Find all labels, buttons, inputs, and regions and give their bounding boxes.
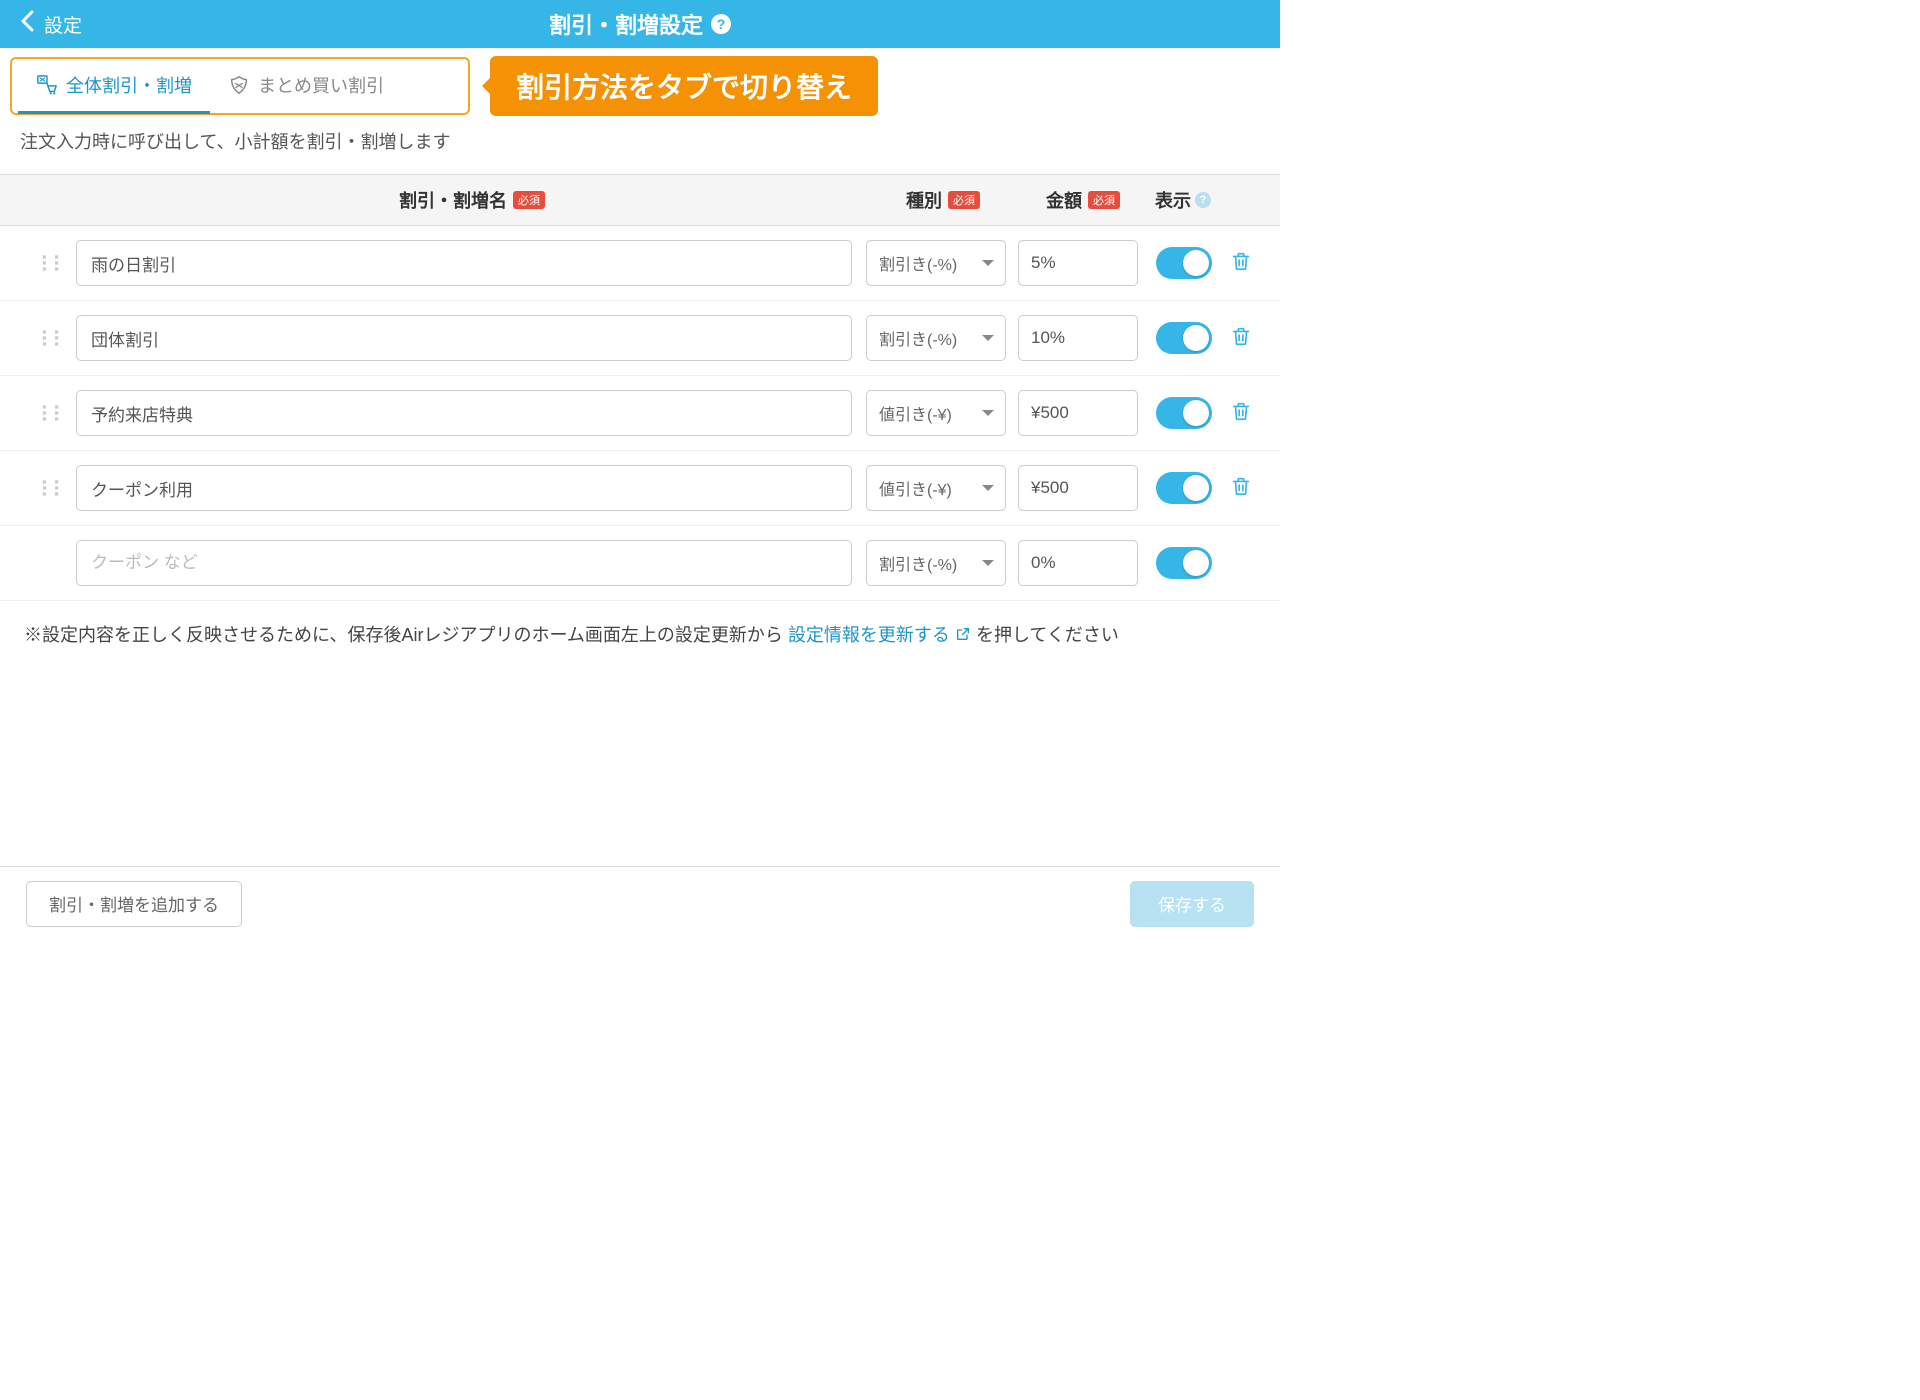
tab-bulk-label: まとめ買い割引	[258, 72, 384, 98]
table-row: ▪ ▪▪ ▪▪ ▪ 値引き(-¥)	[0, 376, 1280, 451]
tab-overall-label: 全体割引・割増	[66, 72, 192, 98]
column-show: 表示 ?	[1148, 187, 1218, 213]
discount-amount-input[interactable]	[1018, 390, 1138, 436]
discount-amount-input[interactable]	[1018, 240, 1138, 286]
back-label: 設定	[44, 11, 82, 38]
drag-handle-icon[interactable]: ▪ ▪▪ ▪▪ ▪	[42, 479, 76, 497]
show-toggle[interactable]	[1156, 397, 1212, 429]
discount-name-input[interactable]	[76, 315, 852, 361]
description: 注文入力時に呼び出して、小計額を割引・割増します	[0, 116, 1280, 174]
header: 設定 割引・割増設定 ?	[0, 0, 1280, 48]
discount-amount-input[interactable]	[1018, 465, 1138, 511]
discount-amount-input[interactable]	[1018, 540, 1138, 586]
tab-bulk-discount[interactable]: まとめ買い割引	[210, 58, 402, 114]
trash-icon[interactable]	[1230, 475, 1258, 502]
discount-name-input[interactable]	[76, 240, 852, 286]
external-link-icon	[955, 626, 971, 647]
discount-type-select[interactable]: 割引き(-%)	[866, 240, 1006, 286]
column-amount: 金額 必須	[1018, 187, 1148, 213]
discount-type-select[interactable]: 割引き(-%)	[866, 315, 1006, 361]
table-row: ▪ ▪▪ ▪▪ ▪ 値引き(-¥)	[0, 451, 1280, 526]
bottom-bar: 割引・割増を追加する 保存する	[0, 866, 1280, 940]
bulk-discount-icon	[228, 74, 250, 96]
chevron-left-icon	[20, 10, 34, 38]
update-settings-link[interactable]: 設定情報を更新する	[788, 625, 976, 645]
table-header: 割引・割増名 必須 種別 必須 金額 必須 表示 ?	[0, 174, 1280, 226]
page-title: 割引・割増設定 ?	[549, 8, 731, 40]
trash-icon[interactable]	[1230, 400, 1258, 427]
required-badge: 必須	[948, 191, 980, 209]
footer-note: ※設定内容を正しく反映させるために、保存後Airレジアプリのホーム画面左上の設定…	[0, 601, 1280, 667]
discount-type-select[interactable]: 値引き(-¥)	[866, 465, 1006, 511]
discount-amount-input[interactable]	[1018, 315, 1138, 361]
table-row: ▪ ▪▪ ▪▪ ▪ 割引き(-%)	[0, 226, 1280, 301]
help-icon[interactable]: ?	[711, 14, 731, 34]
discount-name-input[interactable]	[76, 465, 852, 511]
show-toggle[interactable]	[1156, 247, 1212, 279]
rows-container: ▪ ▪▪ ▪▪ ▪ 割引き(-%) ▪ ▪▪ ▪▪ ▪ 割引き(-%) ▪ ▪▪…	[0, 226, 1280, 601]
drag-handle-icon[interactable]: ▪ ▪▪ ▪▪ ▪	[42, 329, 76, 347]
tabs-wrapper: 全体割引・割増 まとめ買い割引 割引方法をタブで切り替え	[0, 48, 1280, 116]
show-toggle[interactable]	[1156, 472, 1212, 504]
help-icon[interactable]: ?	[1195, 192, 1211, 208]
tabs-highlight-box: 全体割引・割増 まとめ買い割引	[10, 57, 470, 115]
trash-icon[interactable]	[1230, 325, 1258, 352]
cart-discount-icon	[36, 74, 58, 96]
drag-handle-icon[interactable]: ▪ ▪▪ ▪▪ ▪	[42, 404, 76, 422]
callout-annotation: 割引方法をタブで切り替え	[490, 56, 878, 116]
show-toggle[interactable]	[1156, 547, 1212, 579]
show-toggle[interactable]	[1156, 322, 1212, 354]
back-button[interactable]: 設定	[20, 10, 82, 38]
required-badge: 必須	[1088, 191, 1120, 209]
save-button[interactable]: 保存する	[1130, 881, 1254, 927]
discount-type-select[interactable]: 割引き(-%)	[866, 540, 1006, 586]
discount-type-select[interactable]: 値引き(-¥)	[866, 390, 1006, 436]
discount-name-input[interactable]	[76, 540, 852, 586]
trash-icon[interactable]	[1230, 250, 1258, 277]
add-discount-button[interactable]: 割引・割増を追加する	[26, 881, 242, 927]
table-row: ▪ ▪▪ ▪▪ ▪ 割引き(-%)	[0, 526, 1280, 601]
column-name: 割引・割増名 必須	[76, 187, 868, 213]
discount-name-input[interactable]	[76, 390, 852, 436]
table-row: ▪ ▪▪ ▪▪ ▪ 割引き(-%)	[0, 301, 1280, 376]
drag-handle-icon[interactable]: ▪ ▪▪ ▪▪ ▪	[42, 254, 76, 272]
required-badge: 必須	[513, 191, 545, 209]
column-type: 種別 必須	[868, 187, 1018, 213]
tab-overall-discount[interactable]: 全体割引・割増	[18, 58, 210, 114]
